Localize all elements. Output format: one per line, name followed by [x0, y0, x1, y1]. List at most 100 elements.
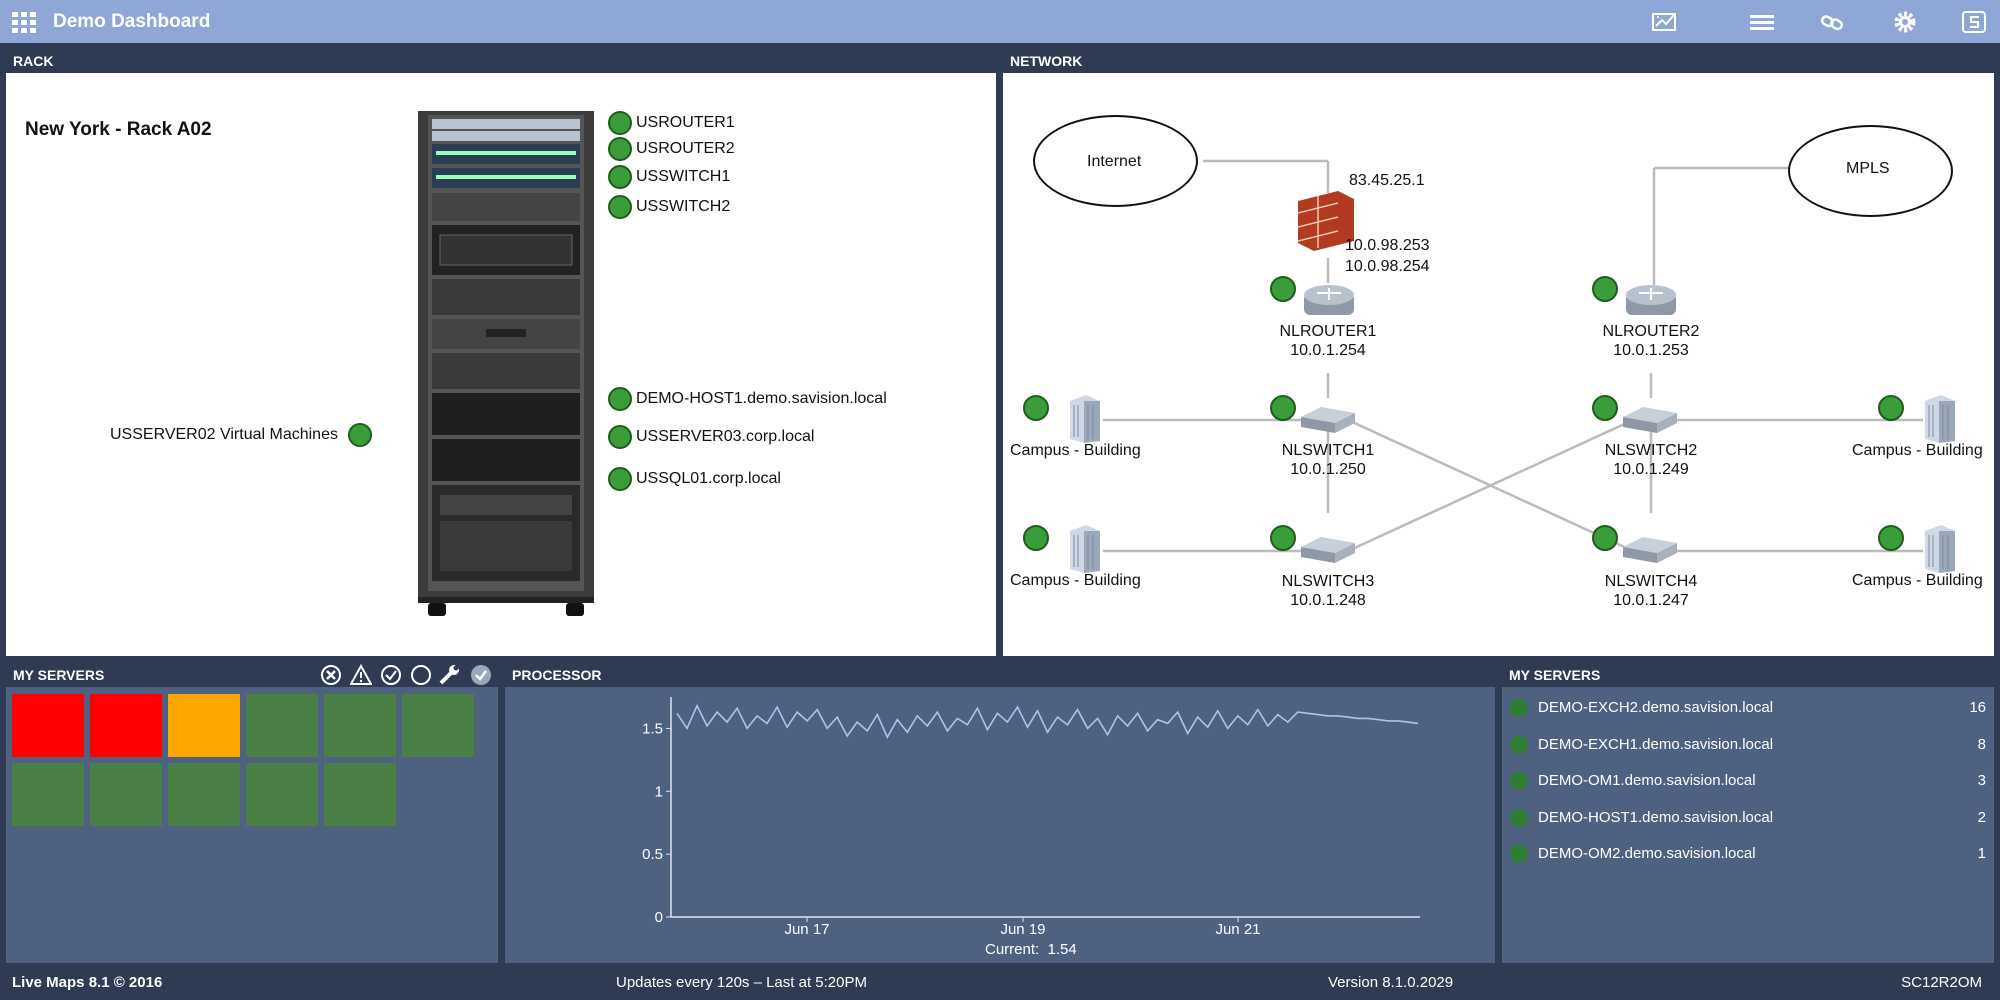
processor-series-line [676, 703, 1419, 739]
close-circle-icon[interactable] [320, 664, 342, 686]
my-servers-tiles-panel [6, 687, 498, 963]
top-bar: Demo Dashboard [0, 0, 2000, 43]
processor-panel: 0 0.5 1 1.5 Jun 17 Jun 19 Jun 21 Current: 1.54 [505, 687, 1495, 963]
nlswitch3-status-icon [1270, 525, 1296, 551]
rack-device-usswitch2[interactable]: USSWITCH2 [608, 195, 730, 219]
rack-panel: New York - Rack A02 USROUTER1 USROUTER2 … [6, 73, 996, 656]
building2-status-icon [1878, 395, 1904, 421]
y-tick-label: 1 [655, 783, 663, 800]
nlrouter1-label[interactable]: NLROUTER1 10.0.1.254 [1258, 322, 1398, 360]
nlswitch3-label[interactable]: NLSWITCH3 10.0.1.248 [1258, 572, 1398, 610]
building-label: Campus - Building [1852, 442, 1983, 459]
server-list-row[interactable]: DEMO-HOST1.demo.savision.local 2 [1502, 804, 1992, 834]
gear-icon[interactable] [1890, 9, 1920, 35]
y-tick-label: 1.5 [642, 720, 663, 737]
building-icon[interactable] [1066, 395, 1102, 443]
footer-update-status: Updates every 120s – Last at 5:20PM [616, 974, 867, 991]
server-tile-healthy[interactable] [402, 694, 474, 757]
server-tile-healthy[interactable] [246, 763, 318, 826]
server-tile-critical[interactable] [12, 694, 84, 757]
server-tile-healthy[interactable] [168, 763, 240, 826]
building3-status-icon [1023, 525, 1049, 551]
savision-icon[interactable] [1960, 9, 1990, 35]
building-label: Campus - Building [1010, 572, 1141, 589]
firewall-public-ip: 83.45.25.1 [1349, 172, 1425, 189]
check-icon [1510, 809, 1528, 827]
footer-server: SC12R2OM [1901, 974, 1982, 991]
network-panel-header: NETWORK [1003, 47, 1994, 73]
internet-label: Internet [1087, 153, 1142, 170]
rack-device-demo-host1[interactable]: DEMO-HOST1.demo.savision.local [608, 387, 887, 411]
link-icon[interactable] [1818, 9, 1848, 35]
building-icon[interactable] [1921, 395, 1957, 443]
check-icon [1510, 845, 1528, 863]
rack-device-ussql01[interactable]: USSQL01.corp.local [608, 467, 781, 491]
nlrouter2-status-icon [1592, 276, 1618, 302]
x-tick-label: Jun 17 [784, 921, 829, 938]
network-panel: Internet MPLS 83.45.25.1 10.0.98.253 10.… [1003, 73, 1994, 656]
building-icon[interactable] [1921, 525, 1957, 573]
server-list-row[interactable]: DEMO-EXCH2.demo.savision.local 16 [1502, 694, 1992, 724]
nlswitch4-label[interactable]: NLSWITCH4 10.0.1.247 [1581, 572, 1721, 610]
firewall-ip-1: 10.0.98.253 [1345, 237, 1430, 254]
server-tile-healthy[interactable] [246, 694, 318, 757]
check-circle-icon[interactable] [380, 664, 402, 686]
rack-device-usswitch1[interactable]: USSWITCH1 [608, 165, 730, 189]
my-servers-list-header: MY SERVERS [1502, 661, 1994, 687]
router-icon[interactable] [1303, 283, 1355, 319]
check-icon [1510, 772, 1528, 790]
switch-icon[interactable] [1301, 405, 1355, 435]
list-icon[interactable] [1747, 9, 1777, 35]
x-tick-label: Jun 19 [1000, 921, 1045, 938]
rack-device-usserver03[interactable]: USSERVER03.corp.local [608, 425, 814, 449]
server-tile-healthy[interactable] [12, 763, 84, 826]
warning-icon[interactable] [350, 664, 372, 686]
building-icon[interactable] [1066, 525, 1102, 573]
app-title: Demo Dashboard [53, 11, 211, 32]
mpls-label: MPLS [1846, 160, 1890, 177]
server-tile-healthy[interactable] [324, 763, 396, 826]
check-icon [1510, 699, 1528, 717]
server-tile-critical[interactable] [90, 694, 162, 757]
rack-panel-header: RACK [6, 47, 996, 73]
status-filter-bar [320, 664, 495, 686]
check-filled-icon[interactable] [470, 664, 492, 686]
processor-current-value: Current: 1.54 [985, 941, 1077, 958]
server-list-row[interactable]: DEMO-OM1.demo.savision.local 3 [1502, 767, 1992, 797]
building-label: Campus - Building [1852, 572, 1983, 589]
processor-panel-header: PROCESSOR [505, 661, 1495, 687]
server-list-row[interactable]: DEMO-EXCH1.demo.savision.local 8 [1502, 731, 1992, 761]
server-list-row[interactable]: DEMO-OM2.demo.savision.local 1 [1502, 840, 1992, 870]
nlrouter1-status-icon [1270, 276, 1296, 302]
y-tick-label: 0.5 [642, 846, 663, 863]
check-icon [1510, 736, 1528, 754]
footer-product: Live Maps 8.1 © 2016 [12, 974, 163, 991]
y-tick-label: 0 [655, 909, 663, 926]
apps-grid-icon[interactable] [12, 12, 36, 33]
server-tile-healthy[interactable] [90, 763, 162, 826]
nlswitch2-status-icon [1592, 395, 1618, 421]
footer-version: Version 8.1.0.2029 [1328, 974, 1454, 991]
wrench-icon[interactable] [438, 664, 462, 686]
nlswitch2-label[interactable]: NLSWITCH2 10.0.1.249 [1581, 441, 1721, 479]
x-tick-label: Jun 21 [1215, 921, 1260, 938]
building1-status-icon [1023, 395, 1049, 421]
processor-chart[interactable]: 0 0.5 1 1.5 Jun 17 Jun 19 Jun 21 [505, 687, 1495, 963]
rack-device-usrouter1[interactable]: USROUTER1 [608, 111, 735, 135]
server-tile-warning[interactable] [168, 694, 240, 757]
switch-icon[interactable] [1623, 405, 1677, 435]
rack-cabinet-image [418, 111, 594, 616]
circle-icon[interactable] [410, 664, 432, 686]
footer: Live Maps 8.1 © 2016 Updates every 120s … [0, 966, 2000, 1000]
building-label: Campus - Building [1010, 442, 1141, 459]
rack-device-usrouter2[interactable]: USROUTER2 [608, 137, 735, 161]
chart-edit-icon[interactable] [1650, 9, 1680, 35]
switch-icon[interactable] [1301, 535, 1355, 565]
nlswitch1-label[interactable]: NLSWITCH1 10.0.1.250 [1258, 441, 1398, 479]
firewall-ip-2: 10.0.98.254 [1345, 258, 1430, 275]
server-tile-healthy[interactable] [324, 694, 396, 757]
rack-vm-group[interactable]: USSERVER02 Virtual Machines [110, 423, 372, 447]
switch-icon[interactable] [1623, 535, 1677, 565]
router-icon[interactable] [1625, 283, 1677, 319]
nlrouter2-label[interactable]: NLROUTER2 10.0.1.253 [1581, 322, 1721, 360]
